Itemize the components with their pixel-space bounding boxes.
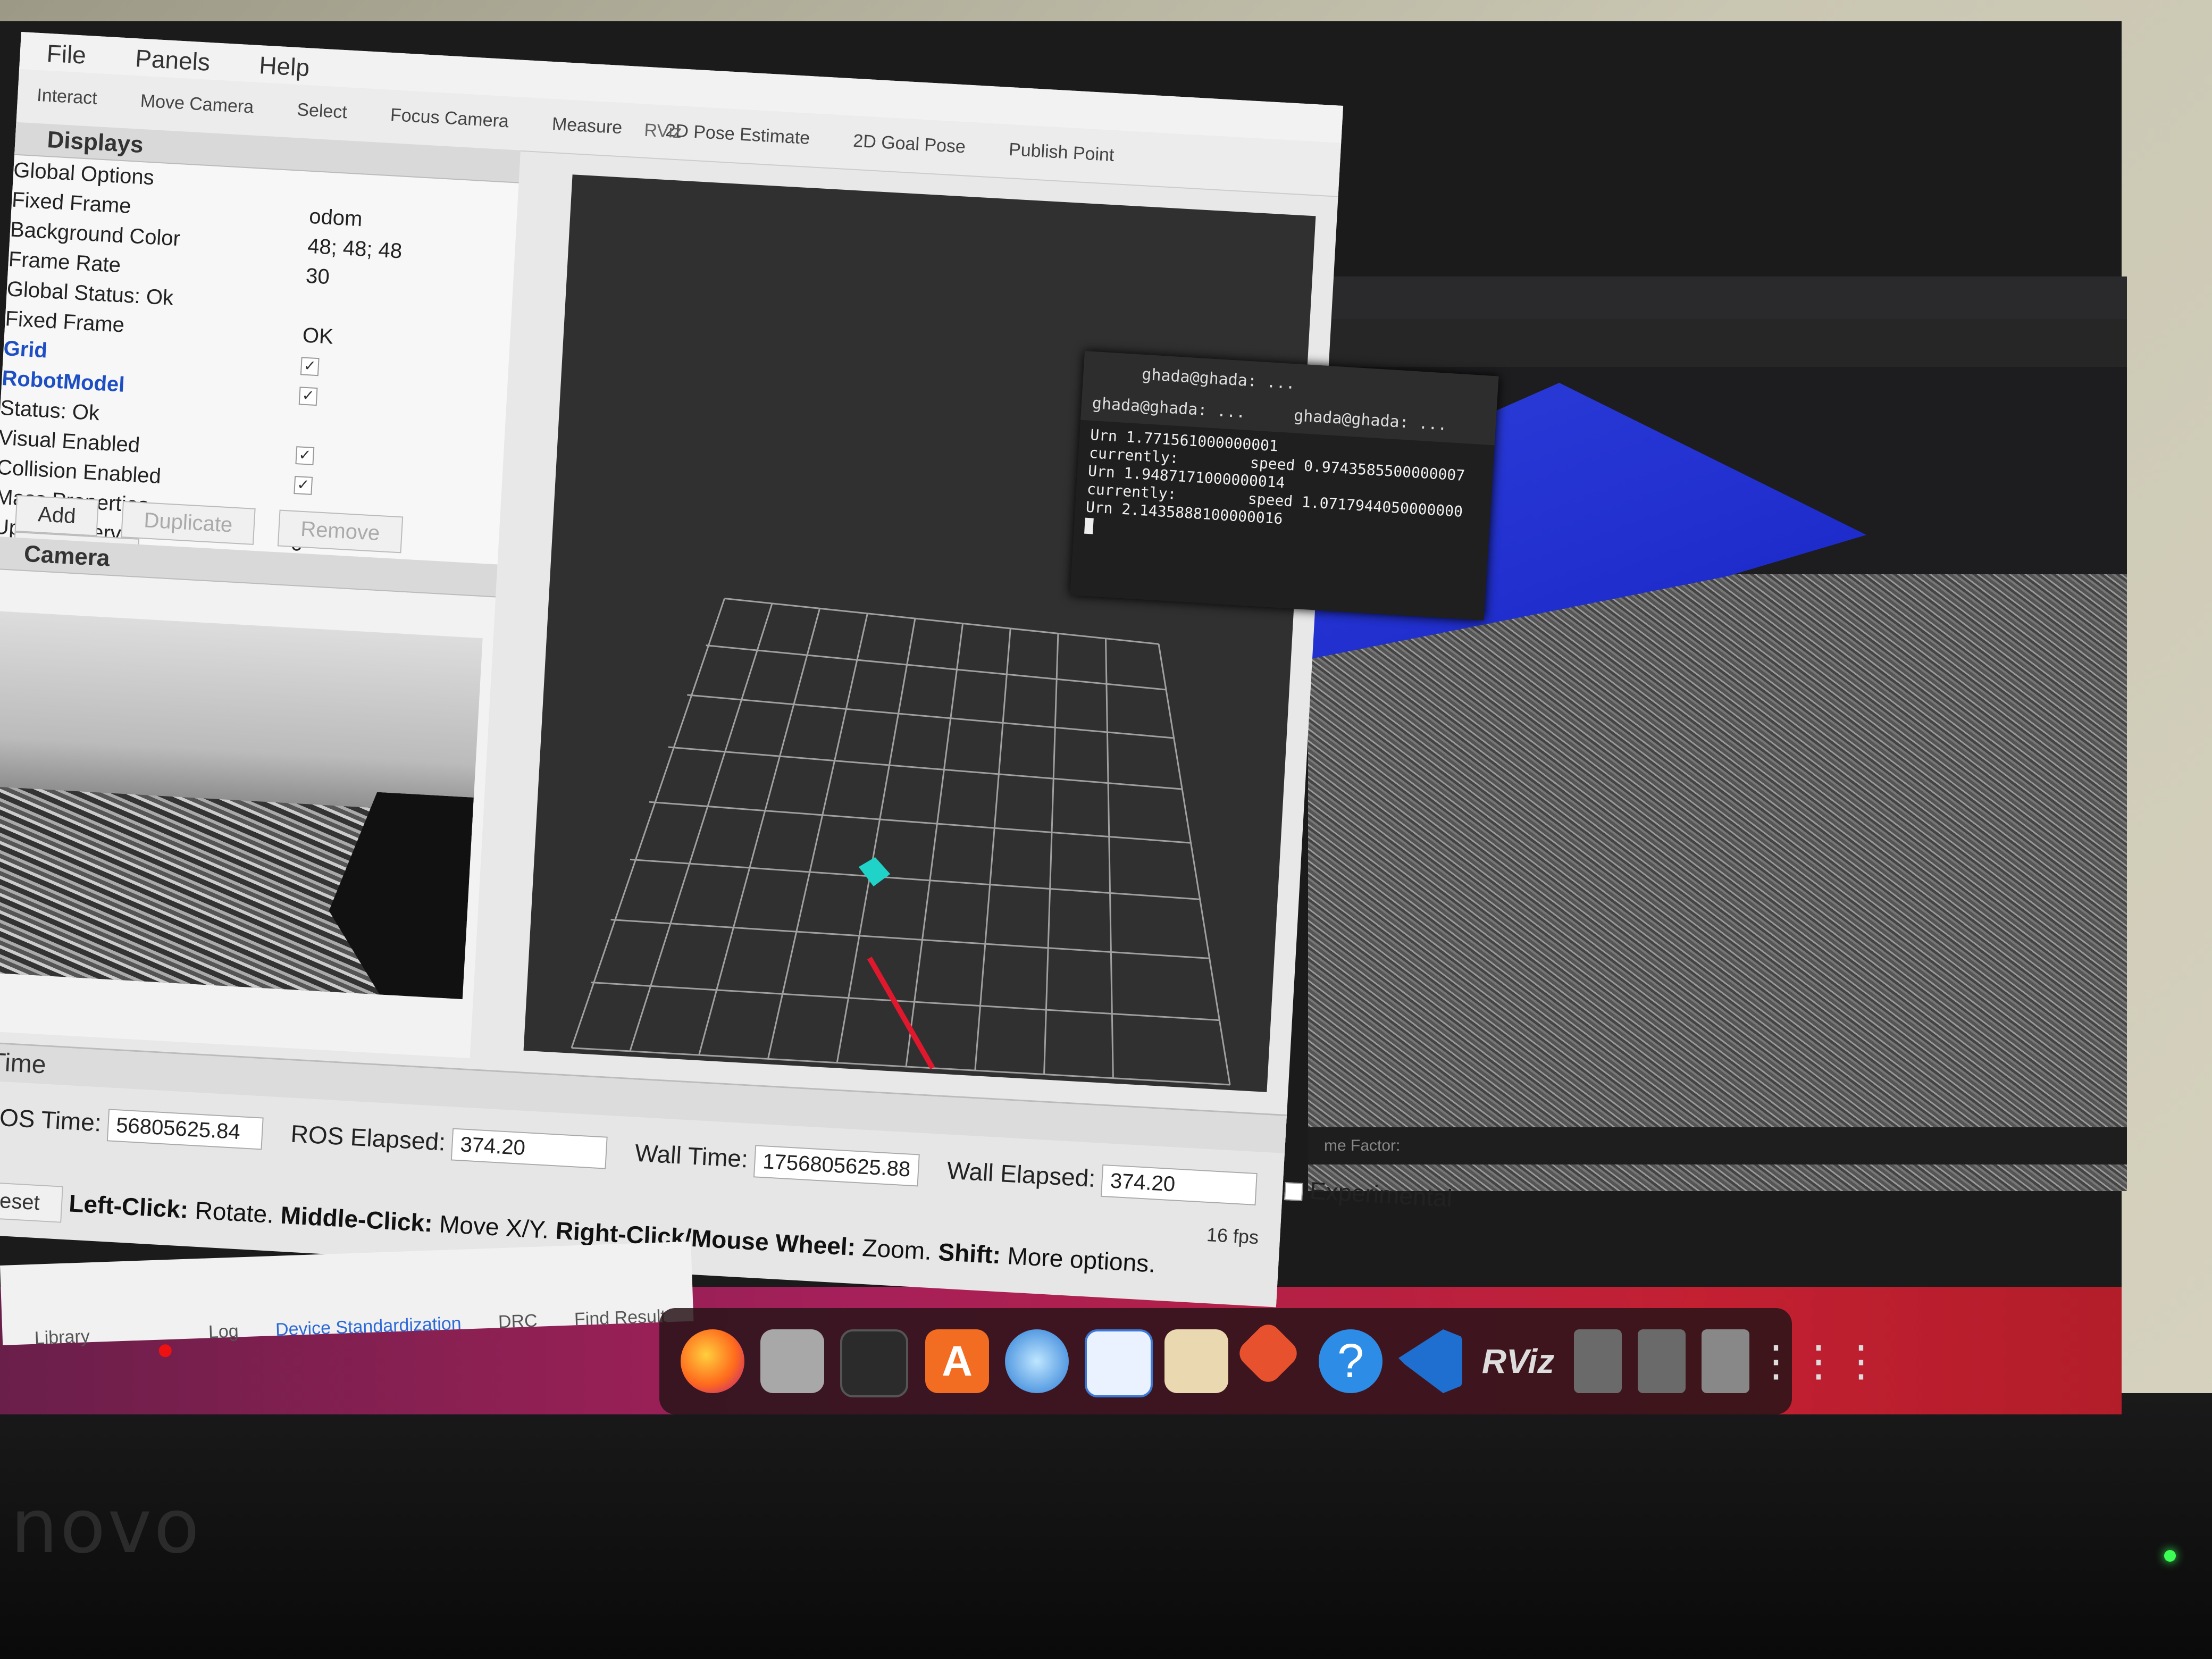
rviz-window: File Panels Help Interact Move Camera Se… — [0, 32, 1453, 1308]
grid-checkbox[interactable]: ✓ — [300, 357, 320, 376]
ros-time-label: ROS Time: — [0, 1102, 103, 1137]
tool-interact[interactable]: Interact — [16, 69, 118, 125]
tab-drc[interactable]: DRC — [498, 1311, 538, 1333]
terminal-cursor — [1084, 517, 1094, 534]
tool-publish-point[interactable]: Publish Point — [988, 123, 1135, 182]
terminal-icon[interactable] — [840, 1329, 908, 1397]
terminal-tab-2[interactable]: ghada@ghada: ... — [1293, 406, 1448, 434]
document-viewer-icon[interactable] — [1085, 1329, 1153, 1397]
app-grid-icon[interactable]: ⋮⋮⋮ — [1755, 1329, 1882, 1393]
robot-marker — [858, 857, 891, 886]
tab-find-result[interactable]: Find Result — [574, 1306, 666, 1330]
terminal-output: Urn 1.771561000000001 currently: speed 0.… — [1073, 420, 1494, 564]
tool-select[interactable]: Select — [276, 83, 368, 139]
git-icon[interactable] — [1234, 1319, 1302, 1387]
terminal-window[interactable]: ghada@ghada: ... ghada@ghada: ... ghada@… — [1069, 351, 1499, 621]
dock: A ? RViz ⋮⋮⋮ — [659, 1308, 1882, 1414]
tab-log[interactable]: Log — [125, 1289, 239, 1358]
gazebo-toolbar[interactable] — [1308, 319, 2127, 367]
gazebo-status-bar: me Factor: — [1308, 1127, 2127, 1164]
wall-elapsed-label: Wall Elapsed: — [946, 1156, 1096, 1193]
power-led — [2164, 1550, 2176, 1562]
tool-2d-goal-pose[interactable]: 2D Goal Pose — [833, 115, 986, 174]
reset-button[interactable]: eset — [0, 1181, 63, 1223]
terminal-title: ghada@ghada: ... — [1141, 365, 1296, 393]
displays-panel: Displays Global Options Fixed Frame odom … — [0, 122, 521, 585]
fps-counter: 16 fps — [1206, 1223, 1260, 1249]
add-button[interactable]: Add — [14, 495, 99, 537]
gazebo-terrain — [1308, 574, 2127, 1191]
log-icon — [158, 1344, 172, 1358]
rhythmbox-icon[interactable] — [1164, 1329, 1228, 1393]
ros-time-field[interactable]: 56805625.84 — [106, 1109, 264, 1150]
axis-marker — [867, 957, 935, 1070]
viewport-scene — [571, 597, 1231, 1086]
thunderbird-icon[interactable] — [1005, 1329, 1069, 1393]
rviz-icon[interactable]: RViz — [1473, 1329, 1563, 1393]
grid — [571, 597, 1231, 1086]
disk-icon[interactable] — [1574, 1329, 1622, 1393]
tab-library[interactable]: Library — [34, 1326, 90, 1349]
laptop-brand: novo — [11, 1484, 202, 1570]
ros-elapsed-field[interactable]: 374.20 — [450, 1128, 608, 1169]
tool-move-camera[interactable]: Move Camera — [120, 75, 274, 134]
menu-file[interactable]: File — [46, 39, 87, 70]
3d-viewport[interactable] — [523, 174, 1316, 1092]
disk-icon-2[interactable] — [1638, 1329, 1686, 1393]
tool-focus-camera[interactable]: Focus Camera — [370, 89, 530, 148]
wall-time-field[interactable]: 1756805625.88 — [753, 1145, 920, 1187]
wall-elapsed-field[interactable]: 374.20 — [1101, 1164, 1258, 1206]
laptop-base — [0, 1393, 2212, 1659]
duplicate-button[interactable]: Duplicate — [120, 501, 256, 545]
ros-elapsed-label: ROS Elapsed: — [290, 1119, 447, 1156]
app-center-icon[interactable]: A — [925, 1329, 989, 1393]
menu-panels[interactable]: Panels — [135, 44, 211, 77]
screen: me Factor: File Panels Help Interact Mov… — [0, 21, 2127, 1414]
files-icon[interactable] — [760, 1329, 824, 1393]
visual-enabled-checkbox[interactable]: ✓ — [295, 446, 315, 466]
menu-help[interactable]: Help — [258, 51, 310, 82]
tool-measure[interactable]: Measure — [531, 98, 642, 154]
remove-button[interactable]: Remove — [277, 509, 404, 554]
help-icon[interactable]: ? — [1319, 1329, 1382, 1393]
robot-model-checkbox[interactable]: ✓ — [298, 387, 318, 406]
window-title: RViz — [643, 120, 683, 143]
camera-panel: Camera — [0, 536, 498, 1059]
vscode-icon[interactable] — [1398, 1329, 1462, 1393]
terminal-tab-1[interactable]: ghada@ghada: ... — [1092, 394, 1246, 422]
camera-image — [0, 610, 483, 1000]
trash-icon[interactable] — [1702, 1329, 1749, 1393]
wall-time-label: Wall Time: — [634, 1138, 749, 1173]
firefox-icon[interactable] — [681, 1329, 744, 1393]
collision-enabled-checkbox[interactable]: ✓ — [294, 476, 313, 496]
